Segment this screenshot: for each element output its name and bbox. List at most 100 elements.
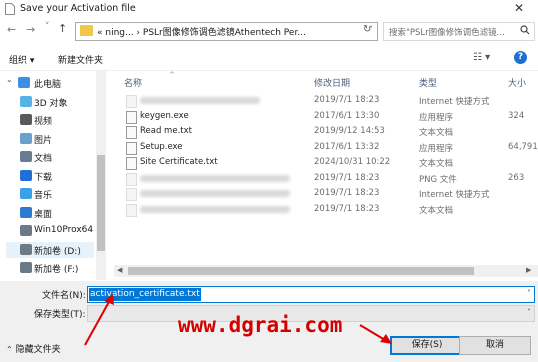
file-icon <box>126 126 137 139</box>
file-type: 应用程序 <box>419 143 454 154</box>
save-button[interactable]: 保存(S) <box>390 336 464 355</box>
sidebar-item-label: 图片 <box>34 135 53 146</box>
downloads-icon <box>20 169 32 181</box>
drive-icon <box>20 262 32 273</box>
back-icon[interactable]: ← <box>7 23 16 36</box>
file-date: 2019/7/1 18:23 <box>314 172 380 183</box>
file-icon <box>126 110 137 124</box>
file-size: 64,791 <box>508 141 538 152</box>
file-row[interactable]: 2019/7/1 18:23 Internet 快捷方式 <box>114 93 538 108</box>
file-row[interactable]: Read me.txt 2019/9/12 14:53 文本文档 <box>114 124 538 139</box>
documents-icon <box>20 151 32 162</box>
watermark-text: www.dgrai.com <box>178 313 343 337</box>
hide-folders-toggle[interactable]: ⌃ 隐藏文件夹 <box>6 342 61 355</box>
chevron-down-icon[interactable]: ˅ <box>527 308 531 317</box>
redacted-filename <box>140 205 290 213</box>
forward-icon[interactable]: → <box>26 23 35 36</box>
sidebar-item[interactable]: 视频 <box>6 112 94 128</box>
file-type: 文本文档 <box>419 205 454 216</box>
new-folder-button[interactable]: 新建文件夹 <box>58 53 103 66</box>
column-header-name[interactable]: 名称 <box>124 76 142 89</box>
sidebar-item[interactable]: Win10Prox64 (C <box>6 223 96 239</box>
sort-indicator-icon: ^ <box>169 71 175 79</box>
close-icon[interactable]: ✕ <box>514 1 524 15</box>
search-icon <box>520 25 530 35</box>
title-bar: Save your Activation file ✕ <box>0 0 538 18</box>
up-icon[interactable]: ↑ <box>58 22 67 35</box>
horizontal-scrollbar[interactable]: ◀ ▶ <box>114 265 538 277</box>
file-row[interactable]: Setup.exe 2017/6/1 13:32 应用程序 64,791 <box>114 140 538 155</box>
scroll-left-icon[interactable]: ◀ <box>117 266 122 274</box>
scroll-right-icon[interactable]: ▶ <box>526 266 531 274</box>
column-header-date[interactable]: 修改日期 <box>314 76 350 89</box>
file-type: 文本文档 <box>419 128 454 138</box>
file-size: 324 <box>508 110 525 121</box>
expand-icon[interactable]: ⌄ <box>6 75 13 84</box>
sidebar-item[interactable]: 桌面 <box>6 205 94 221</box>
address-bar[interactable]: « ning... › PSLr图像修饰调色滤镜Athentech Per...… <box>75 22 378 41</box>
navigation-pane: 此电脑 ⌄ 3D 对象视频图片文档下载音乐桌面 Win10Prox64 (C 新加卷 (… <box>0 71 96 280</box>
cancel-button[interactable]: 取消 <box>459 336 531 355</box>
help-icon[interactable]: ? <box>514 51 527 64</box>
horizontal-scroll-thumb[interactable] <box>128 267 474 275</box>
sidebar-item[interactable]: 新加卷 (D:) <box>6 241 94 258</box>
file-date: 2024/10/31 10:22 <box>314 157 391 167</box>
file-row[interactable]: keygen.exe 2017/6/1 13:30 应用程序 324 <box>114 109 538 124</box>
sidebar-item-label: 文档 <box>34 154 53 164</box>
3d-objects-icon <box>20 95 32 107</box>
recent-locations-icon[interactable]: ˅ <box>45 22 50 32</box>
sidebar-item-label: Win10Prox64 (C <box>34 225 96 235</box>
file-date: 2017/6/1 13:30 <box>314 110 380 121</box>
file-date: 2019/7/1 18:23 <box>314 95 380 105</box>
file-name: Read me.txt <box>140 126 192 136</box>
file-name: Site Certificate.txt <box>140 157 218 167</box>
sidebar-item[interactable]: 此电脑 ⌄ <box>6 75 94 91</box>
desktop-icon <box>20 206 32 218</box>
filename-value: activation_certificate.txt <box>89 288 201 301</box>
document-icon <box>5 3 15 15</box>
file-list: 名称 ^ 修改日期 类型 大小 2019/7/1 18:23 Internet 快… <box>114 71 538 263</box>
file-date: 2019/7/1 18:23 <box>314 188 380 198</box>
column-header-type[interactable]: 类型 <box>419 76 437 89</box>
file-row[interactable]: 2019/7/1 18:23 文本文档 <box>114 202 538 217</box>
file-name: Setup.exe <box>140 141 183 152</box>
file-type: Internet 快捷方式 <box>419 97 490 107</box>
sidebar-item[interactable]: 图片 <box>6 131 94 147</box>
sidebar-item[interactable]: 文档 <box>6 149 94 165</box>
sidebar-item-label: 视频 <box>34 117 53 127</box>
sidebar-scrollbar[interactable] <box>96 71 106 280</box>
sidebar-item[interactable]: 新加卷 (F:) <box>6 260 94 276</box>
refresh-icon[interactable]: ↻ <box>363 24 371 35</box>
file-type: PNG 文件 <box>419 174 457 185</box>
sidebar-item-label: 3D 对象 <box>34 98 68 109</box>
chevron-down-icon[interactable]: ˅ <box>527 289 531 298</box>
file-row[interactable]: 2019/7/1 18:23 Internet 快捷方式 <box>114 186 538 201</box>
file-date: 2019/9/12 14:53 <box>314 126 385 136</box>
file-type: 应用程序 <box>419 112 454 123</box>
file-icon <box>126 188 137 201</box>
search-input[interactable]: 搜索"PSLr图像修饰调色滤镜... <box>383 22 535 41</box>
file-type: Internet 快捷方式 <box>419 190 490 200</box>
filename-input[interactable]: activation_certificate.txt ˅ <box>87 286 535 303</box>
sidebar-item[interactable]: 3D 对象 <box>6 94 94 110</box>
file-row[interactable]: 2019/7/1 18:23 PNG 文件 263 <box>114 171 538 186</box>
address-path: « ning... › PSLr图像修饰调色滤镜Athentech Per... <box>97 28 306 38</box>
file-row[interactable]: Site Certificate.txt 2024/10/31 10:22 文本文档 <box>114 155 538 170</box>
drive-icon <box>20 225 32 236</box>
file-date: 2019/7/1 18:23 <box>314 203 380 214</box>
view-options-icon[interactable]: ☷ ▾ <box>473 52 490 63</box>
sidebar-item[interactable]: 下载 <box>6 168 94 184</box>
organize-button[interactable]: 组织 ▾ <box>9 53 34 66</box>
sidebar-item-label: 新加卷 (D:) <box>34 246 81 257</box>
toolbar: 组织 ▾ 新建文件夹 ☷ ▾ ? <box>0 48 538 71</box>
file-size: 263 <box>508 172 525 183</box>
sidebar-item-label: 此电脑 <box>34 80 62 90</box>
drive-icon <box>20 243 32 255</box>
sidebar-item-label: 音乐 <box>34 191 53 201</box>
pictures-icon <box>20 132 32 144</box>
column-header-size[interactable]: 大小 <box>508 76 526 89</box>
hide-folders-label: 隐藏文件夹 <box>15 345 61 355</box>
sidebar-scroll-thumb[interactable] <box>97 155 105 251</box>
filename-label: 文件名(N): <box>42 291 86 301</box>
sidebar-item[interactable]: 音乐 <box>6 186 94 202</box>
